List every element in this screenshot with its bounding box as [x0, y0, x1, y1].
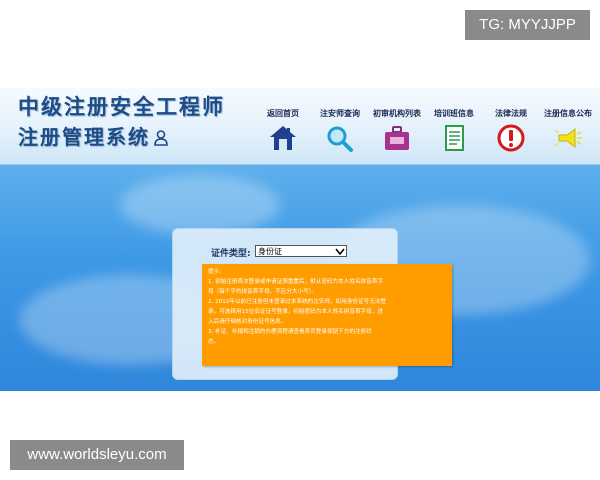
- nav-agencies-label: 初审机构列表: [373, 109, 421, 118]
- nav-search-label: 注安师查询: [320, 109, 360, 118]
- document-icon: [445, 125, 464, 151]
- nav-laws-label: 法律法规: [495, 109, 527, 118]
- nav-agencies[interactable]: 初审机构列表: [366, 108, 428, 152]
- nav-training[interactable]: 培训班信息: [423, 108, 485, 152]
- tip-line: 3. 补证、补报和注销的办理流程请查看首页登录按钮下方的注册状: [208, 329, 372, 335]
- tip-line: 录，可选择用15位旧证证号登录，初始密码为本人姓名拼音首字母，进: [208, 309, 383, 315]
- chevron-down-icon: [335, 248, 345, 256]
- nav-training-label: 培训班信息: [434, 109, 474, 118]
- house-icon: [270, 126, 296, 150]
- tip-line: 1. 初始注册首次登录或申请证照重置后，默认密码为本人姓名拼音首字: [208, 279, 383, 285]
- tip-line: 2. 2012年以前已注册但未登录过本系统的注安师，如用身份证号无法登: [208, 299, 386, 305]
- tip-line: 入后请仔细核对身份证号信息。: [208, 319, 287, 325]
- nav-announcements[interactable]: 注册信息公布: [537, 108, 599, 152]
- site-header: 中级注册安全工程师 注册管理系统 返回首页 注安师查询 初审机构列表 培训班信息: [0, 88, 600, 165]
- nav-search[interactable]: 注安师查询: [309, 108, 371, 152]
- nav-home-label: 返回首页: [267, 109, 299, 118]
- megaphone-icon: [554, 128, 582, 148]
- watermark-bottom-left: www.worldsleyu.com: [10, 440, 184, 470]
- tip-line: 母（每个字的拼音首字母，不区分大小写）。: [208, 289, 318, 295]
- site-title: 中级注册安全工程师 注册管理系统: [18, 94, 225, 152]
- nav-laws[interactable]: 法律法规: [480, 108, 542, 152]
- tips-title: 提示:: [208, 269, 222, 275]
- exclamation-icon: [497, 124, 525, 152]
- nav-home[interactable]: 返回首页: [252, 108, 314, 152]
- cloud-decoration: [120, 175, 280, 235]
- cert-type-value: 身份证: [258, 247, 282, 256]
- cert-type-select[interactable]: 身份证: [255, 245, 347, 257]
- tips-box: 提示: 1. 初始注册首次登录或申请证照重置后，默认密码为本人姓名拼音首字 母（…: [202, 264, 452, 366]
- cert-type-label: 证件类型:: [211, 249, 251, 259]
- briefcase-icon: [385, 126, 409, 150]
- nav-announcements-label: 注册信息公布: [544, 109, 592, 118]
- magnifier-icon: [327, 126, 353, 152]
- title-line-2: 注册管理系统: [18, 124, 225, 152]
- user-icon: [154, 126, 168, 152]
- tip-line: 态。: [208, 339, 220, 345]
- watermark-top-right: TG: MYYJJPP: [465, 10, 590, 40]
- title-line-1: 中级注册安全工程师: [18, 95, 225, 119]
